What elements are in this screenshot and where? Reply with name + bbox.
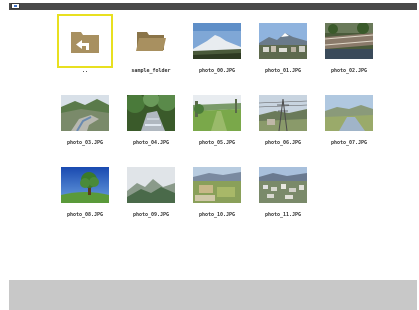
item-label: photo_03.JPG: [66, 140, 104, 146]
photo-thumb[interactable]: [123, 86, 179, 140]
file-grid: .. sample_folder photo_00.JPG photo_01.J…: [47, 14, 383, 222]
item-label: photo_09.JPG: [132, 212, 170, 218]
photo-thumb[interactable]: [57, 158, 113, 212]
grid-item-parent-folder[interactable]: ..: [47, 14, 113, 78]
photo-thumbnail-misty-mountains: [127, 167, 175, 203]
photo-thumbnail-town-aerial: [259, 167, 307, 203]
item-label: ..: [81, 68, 89, 74]
photo-thumb[interactable]: [189, 14, 245, 68]
photo-thumbnail-field: [193, 95, 241, 131]
photo-thumb[interactable]: [255, 14, 311, 68]
item-label: photo_02.JPG: [330, 68, 368, 74]
photo-thumbnail-aerial-field: [193, 167, 241, 203]
item-label: photo_07.JPG: [330, 140, 368, 146]
item-label: photo_00.JPG: [198, 68, 236, 74]
photo-thumbnail-powerlines: [259, 95, 307, 131]
parent-folder-icon: [71, 32, 99, 53]
item-label: photo_11.JPG: [264, 212, 302, 218]
grid-item-photo-05[interactable]: photo_05.JPG: [179, 86, 245, 150]
item-label: photo_08.JPG: [66, 212, 104, 218]
grid-item-photo-03[interactable]: photo_03.JPG: [47, 86, 113, 150]
grid-item-photo-00[interactable]: photo_00.JPG: [179, 14, 245, 78]
folder-icon: [136, 32, 166, 51]
grid-item-sample-folder[interactable]: sample_folder: [113, 14, 179, 78]
item-label: sample_folder: [131, 68, 171, 74]
photo-thumbnail-river-valley: [61, 95, 109, 131]
item-label: photo_06.JPG: [264, 140, 302, 146]
grid-item-photo-09[interactable]: photo_09.JPG: [113, 158, 179, 222]
selection-highlight[interactable]: [57, 14, 113, 68]
photo-thumb[interactable]: [255, 158, 311, 212]
photo-thumb[interactable]: [255, 86, 311, 140]
grid-item-photo-11[interactable]: photo_11.JPG: [245, 158, 311, 222]
photo-thumbnail-town: [259, 23, 307, 59]
top-bar: [9, 3, 417, 10]
item-label: photo_10.JPG: [198, 212, 236, 218]
grid-item-photo-06[interactable]: photo_06.JPG: [245, 86, 311, 150]
photo-thumbnail-bridge: [325, 23, 373, 59]
photo-thumbnail-stream: [127, 95, 175, 131]
photo-thumb[interactable]: [57, 86, 113, 140]
grid-item-photo-04[interactable]: photo_04.JPG: [113, 86, 179, 150]
file-browser-screen: .. sample_folder photo_00.JPG photo_01.J…: [0, 0, 419, 310]
bottom-bar: [9, 280, 417, 310]
photo-thumb[interactable]: [321, 14, 377, 68]
folder-thumb[interactable]: [123, 14, 179, 68]
photo-thumbnail-tree: [61, 167, 109, 203]
photo-thumb[interactable]: [189, 158, 245, 212]
grid-item-photo-08[interactable]: photo_08.JPG: [47, 158, 113, 222]
photo-thumbnail-river: [325, 95, 373, 131]
item-label: photo_04.JPG: [132, 140, 170, 146]
grid-item-photo-01[interactable]: photo_01.JPG: [245, 14, 311, 78]
item-label: photo_01.JPG: [264, 68, 302, 74]
grid-item-photo-10[interactable]: photo_10.JPG: [179, 158, 245, 222]
photo-thumb[interactable]: [189, 86, 245, 140]
display-icon: [11, 3, 20, 9]
photo-thumb[interactable]: [321, 86, 377, 140]
photo-thumb[interactable]: [123, 158, 179, 212]
grid-item-photo-02[interactable]: photo_02.JPG: [311, 14, 377, 78]
photo-thumbnail-mountain: [193, 23, 241, 59]
grid-item-photo-07[interactable]: photo_07.JPG: [311, 86, 377, 150]
item-label: photo_05.JPG: [198, 140, 236, 146]
